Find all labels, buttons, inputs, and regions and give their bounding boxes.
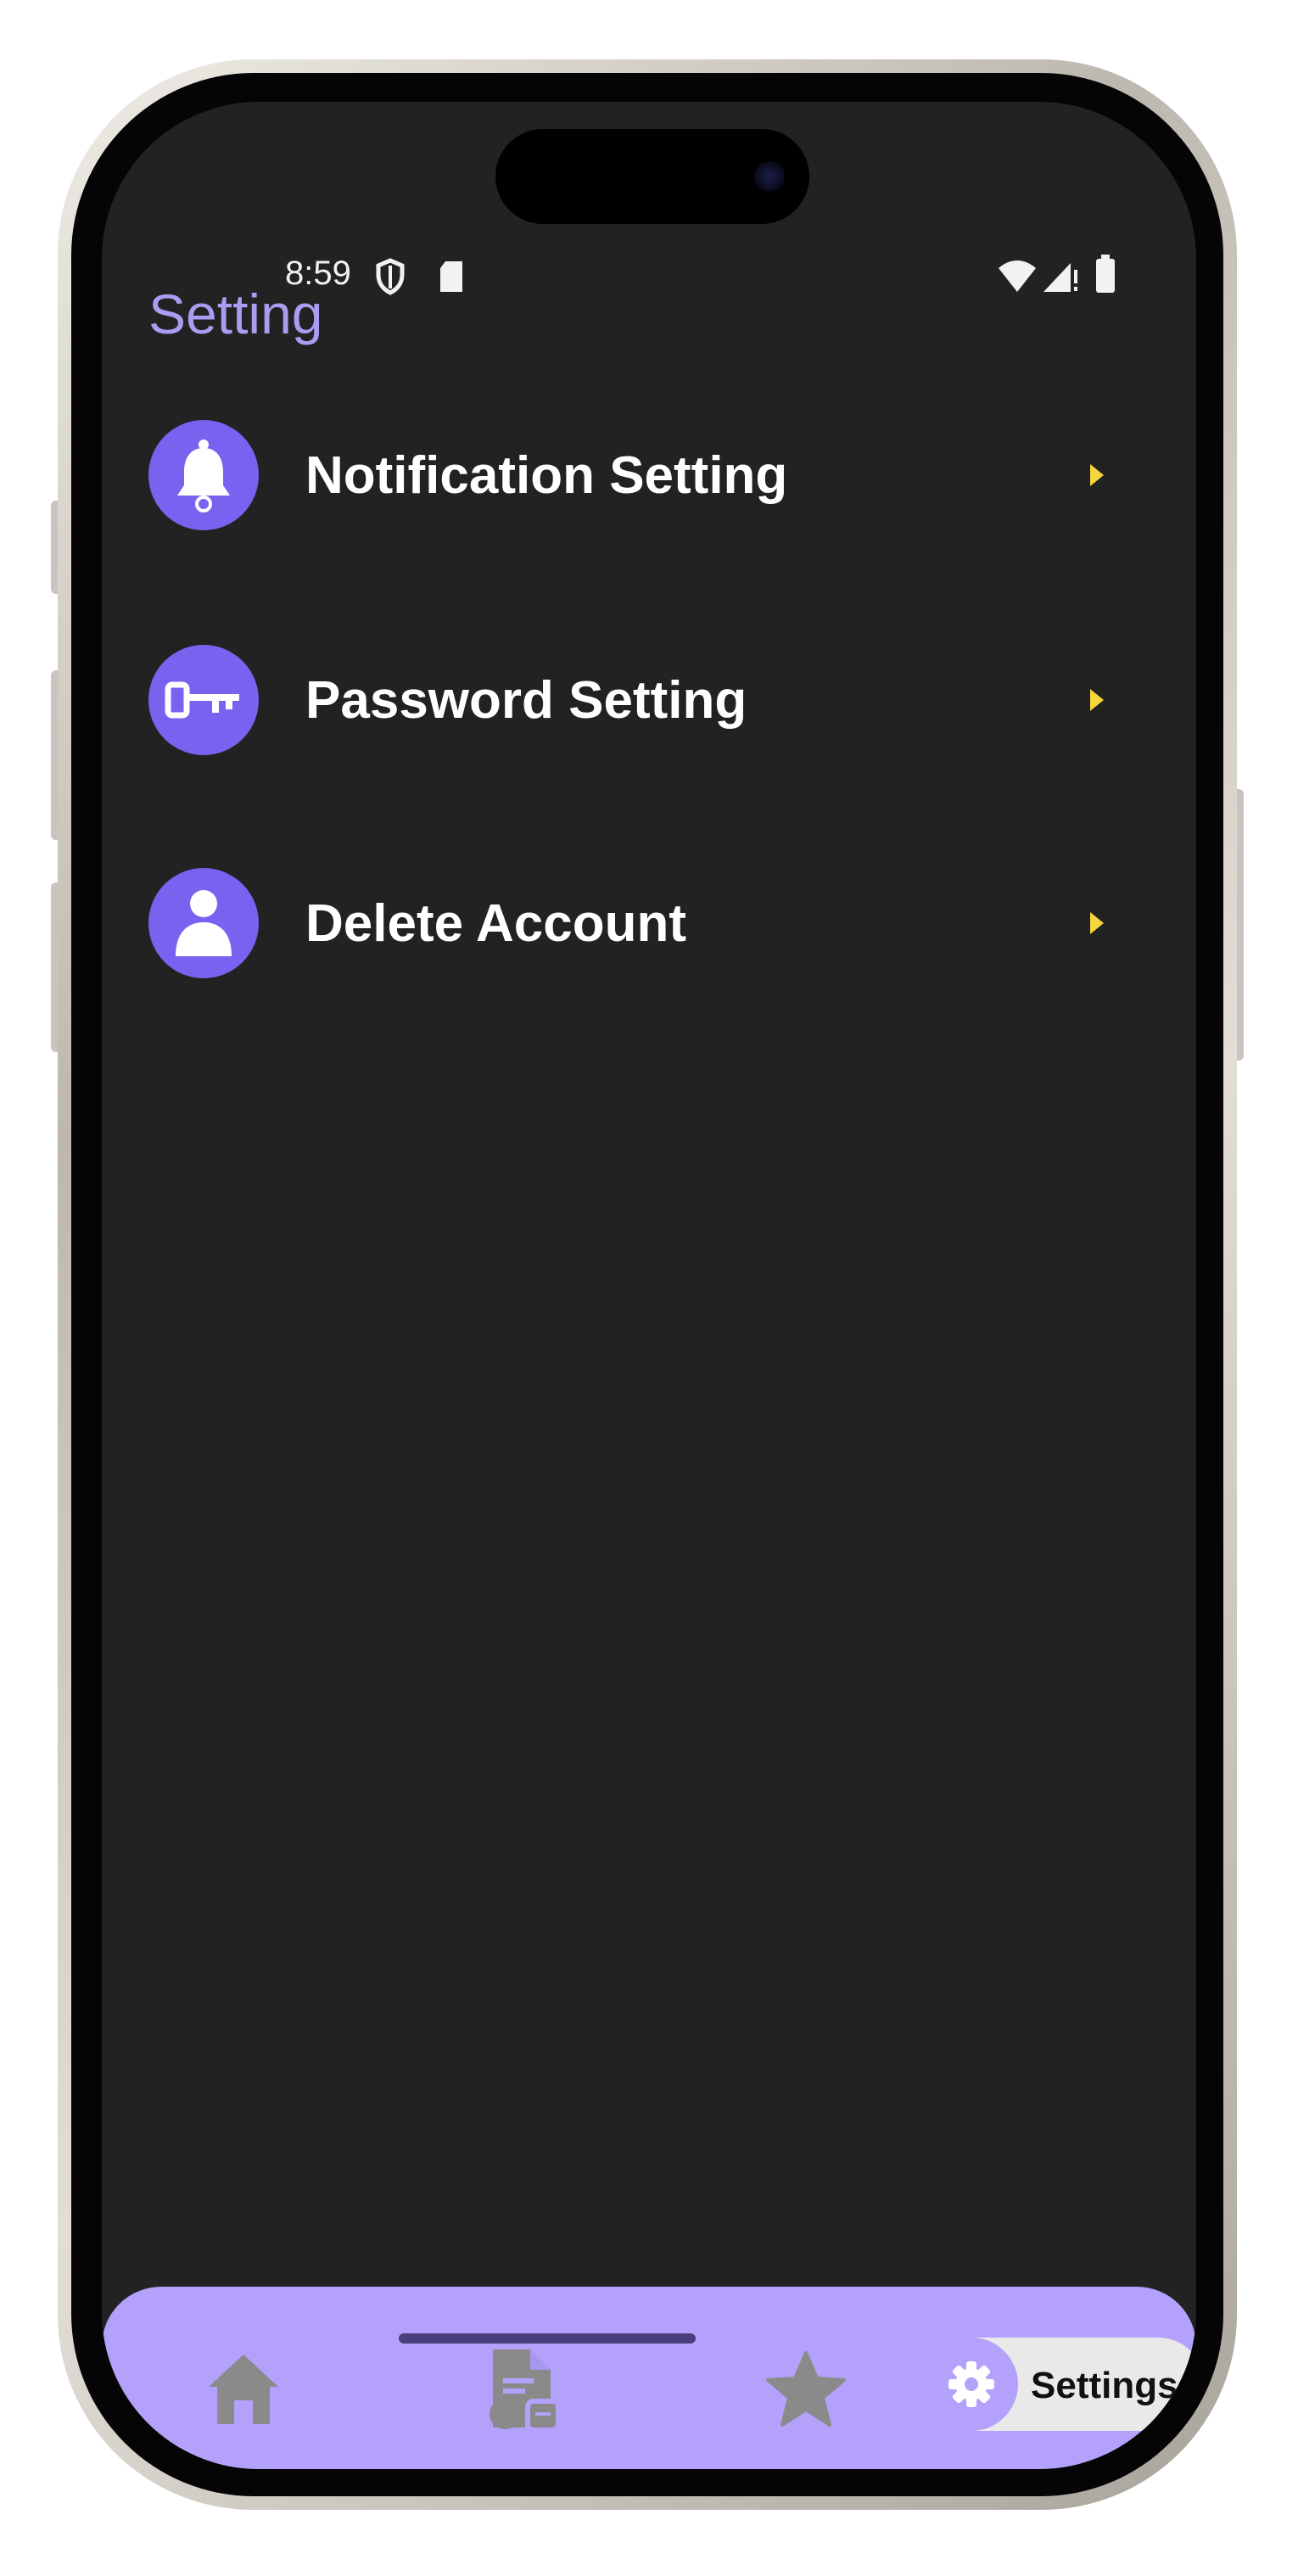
settings-item-label: Notification Setting <box>305 446 788 505</box>
dynamic-island <box>495 129 809 224</box>
sd-card-icon <box>440 261 462 292</box>
settings-item-delete-account[interactable]: Delete Account <box>148 868 1107 978</box>
settings-item-label: Password Setting <box>305 671 747 730</box>
nav-favorites-button[interactable] <box>764 2346 848 2431</box>
nav-home-button[interactable] <box>201 2346 286 2431</box>
signal-icon <box>1043 263 1077 292</box>
bottom-navigation: Settings <box>102 2287 1196 2469</box>
front-camera <box>754 161 785 192</box>
chevron-right-icon <box>1090 689 1104 711</box>
home-icon <box>209 2355 278 2424</box>
shield-icon <box>376 258 405 295</box>
star-icon <box>766 2351 846 2427</box>
settings-item-label: Delete Account <box>305 894 687 953</box>
bell-icon <box>148 420 259 530</box>
chevron-right-icon <box>1090 912 1104 934</box>
gear-icon <box>925 2338 1018 2431</box>
app-screen: 8:59 Setting Notification Setting Passwo… <box>102 102 1196 2469</box>
battery-icon <box>1096 255 1115 293</box>
chevron-right-icon <box>1090 464 1104 486</box>
wifi-icon <box>999 260 1036 292</box>
person-icon <box>148 868 259 978</box>
settings-item-password[interactable]: Password Setting <box>148 645 1107 755</box>
document-icon <box>490 2349 556 2429</box>
nav-settings-label: Settings <box>1031 2365 1178 2406</box>
nav-settings-button[interactable]: Settings <box>925 2338 1196 2431</box>
key-icon <box>148 645 259 755</box>
nav-documents-button[interactable] <box>479 2346 564 2431</box>
settings-item-notification[interactable]: Notification Setting <box>148 420 1107 530</box>
page-title: Setting <box>148 283 323 345</box>
home-indicator[interactable] <box>399 2333 696 2344</box>
